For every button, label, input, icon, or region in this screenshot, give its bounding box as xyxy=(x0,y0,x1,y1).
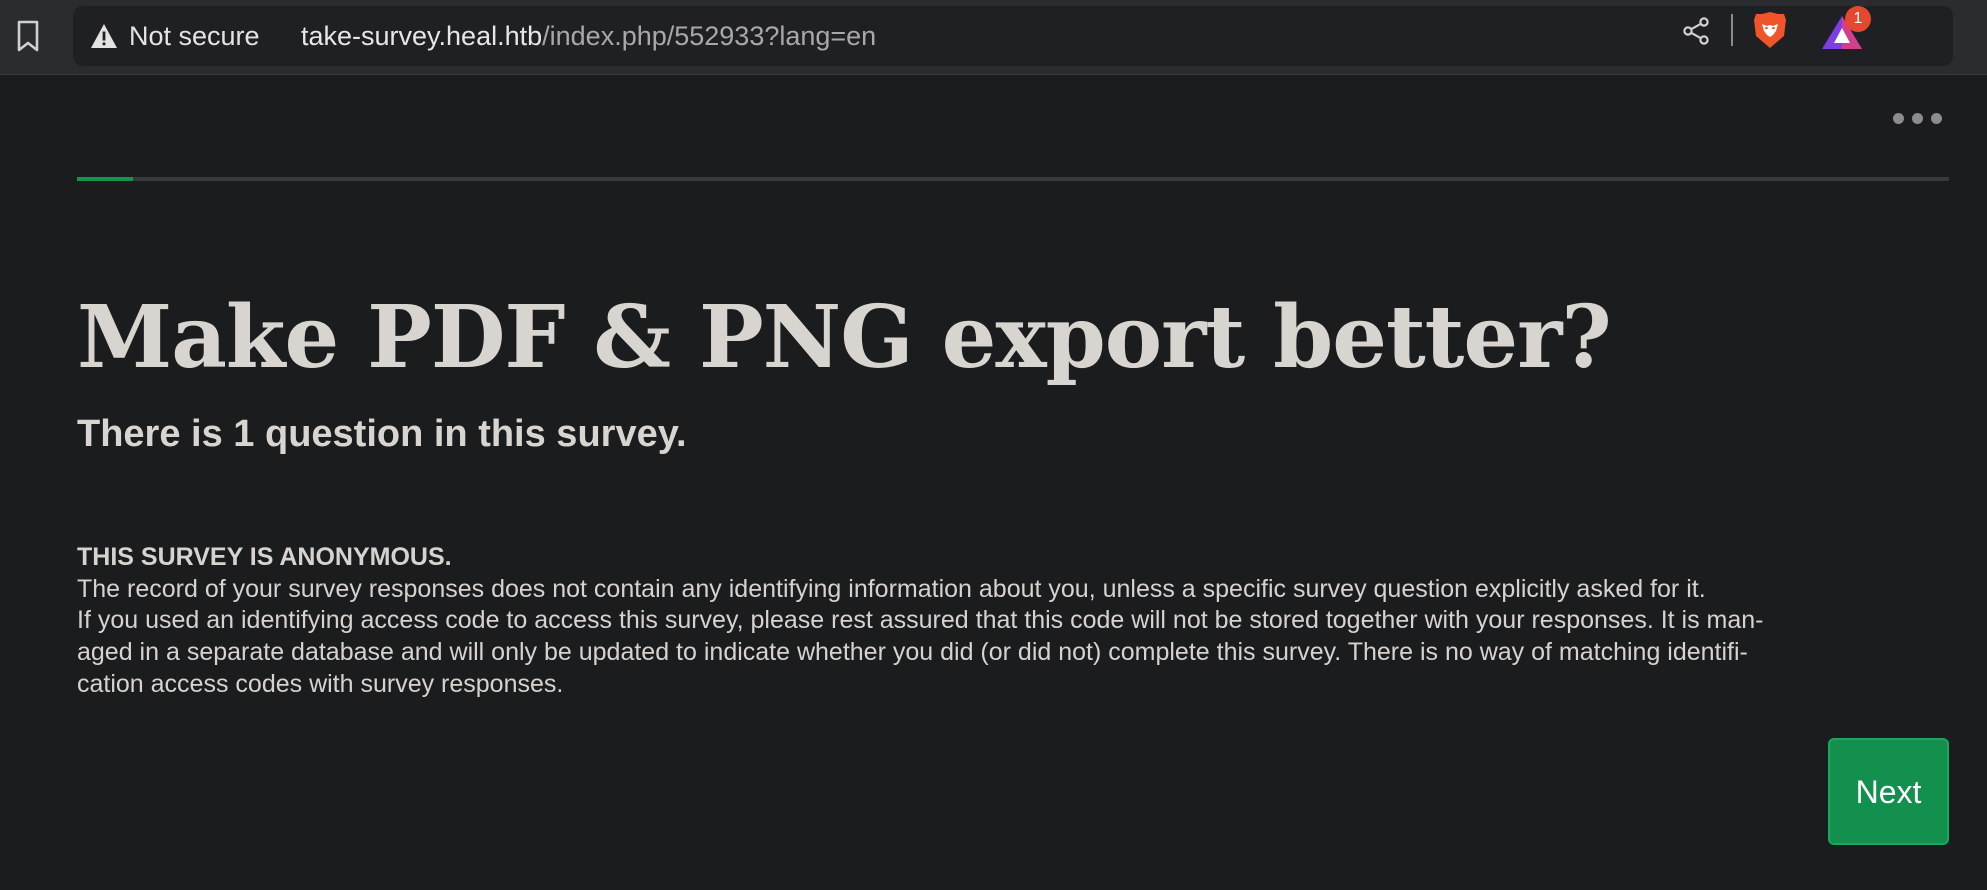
brave-shields-icon[interactable] xyxy=(1753,11,1787,49)
privacy-text-line: aged in a separate database and will onl… xyxy=(77,638,1748,667)
security-status-label[interactable]: Not secure xyxy=(129,20,260,52)
address-bar[interactable]: Not secure take-survey.heal.htb/index.ph… xyxy=(73,6,1953,66)
survey-page: Make PDF & PNG export better? There is 1… xyxy=(0,76,1987,890)
survey-progress-bar xyxy=(77,177,1949,181)
url-host: take-survey.heal.htb xyxy=(301,21,543,51)
browser-toolbar: Not secure take-survey.heal.htb/index.ph… xyxy=(0,0,1987,75)
privacy-heading: THIS SURVEY IS ANONYMOUS. xyxy=(77,543,452,571)
share-icon[interactable] xyxy=(1681,16,1711,46)
survey-progress-fill xyxy=(77,177,134,181)
bookmark-icon[interactable] xyxy=(14,19,42,53)
next-button[interactable]: Next xyxy=(1828,738,1949,845)
more-dot xyxy=(1931,113,1942,124)
privacy-notice: THIS SURVEY IS ANONYMOUS. The record of … xyxy=(77,542,1952,701)
notification-badge: 1 xyxy=(1845,6,1871,32)
privacy-text-line: The record of your survey responses does… xyxy=(77,574,1706,603)
warning-icon[interactable] xyxy=(90,23,118,49)
survey-title: Make PDF & PNG export better? xyxy=(77,287,1612,388)
question-count-text: There is 1 question in this survey. xyxy=(77,413,687,455)
privacy-text-line: cation access codes with survey response… xyxy=(77,669,564,698)
privacy-text-line: If you used an identifying access code t… xyxy=(77,606,1764,635)
more-dot xyxy=(1912,113,1923,124)
more-options-icon[interactable] xyxy=(1893,112,1943,126)
url-text[interactable]: take-survey.heal.htb/index.php/552933?la… xyxy=(301,20,876,52)
more-dot xyxy=(1893,113,1904,124)
toolbar-divider xyxy=(1731,14,1733,46)
url-path: /index.php/552933?lang=en xyxy=(542,21,877,51)
